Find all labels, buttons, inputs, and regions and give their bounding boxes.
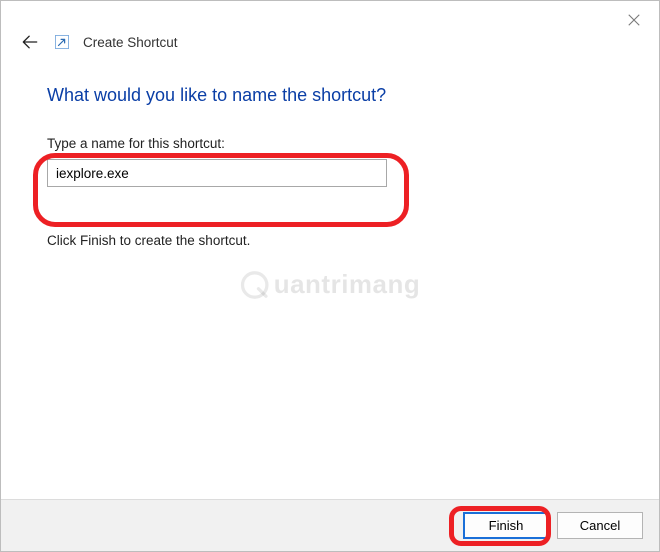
wizard-heading: What would you like to name the shortcut… bbox=[47, 85, 613, 106]
shortcut-name-label: Type a name for this shortcut: bbox=[47, 136, 613, 151]
close-button[interactable] bbox=[623, 9, 645, 31]
arrow-left-icon bbox=[20, 32, 40, 52]
back-button[interactable] bbox=[19, 31, 41, 53]
wizard-content: What would you like to name the shortcut… bbox=[1, 57, 659, 248]
watermark: uantrimang bbox=[240, 269, 421, 300]
close-icon bbox=[627, 13, 641, 27]
wizard-title: Create Shortcut bbox=[83, 35, 178, 50]
wizard-footer: Finish Cancel bbox=[1, 499, 659, 551]
cancel-button[interactable]: Cancel bbox=[557, 512, 643, 539]
watermark-text: uantrimang bbox=[274, 269, 421, 300]
create-shortcut-wizard-window: Create Shortcut What would you like to n… bbox=[0, 0, 660, 552]
finish-button[interactable]: Finish bbox=[463, 512, 549, 539]
watermark-q-icon bbox=[240, 270, 270, 300]
shortcut-name-input[interactable] bbox=[47, 159, 387, 187]
finish-instruction: Click Finish to create the shortcut. bbox=[47, 233, 613, 248]
wizard-header: Create Shortcut bbox=[1, 1, 659, 57]
shortcut-icon bbox=[55, 35, 69, 49]
